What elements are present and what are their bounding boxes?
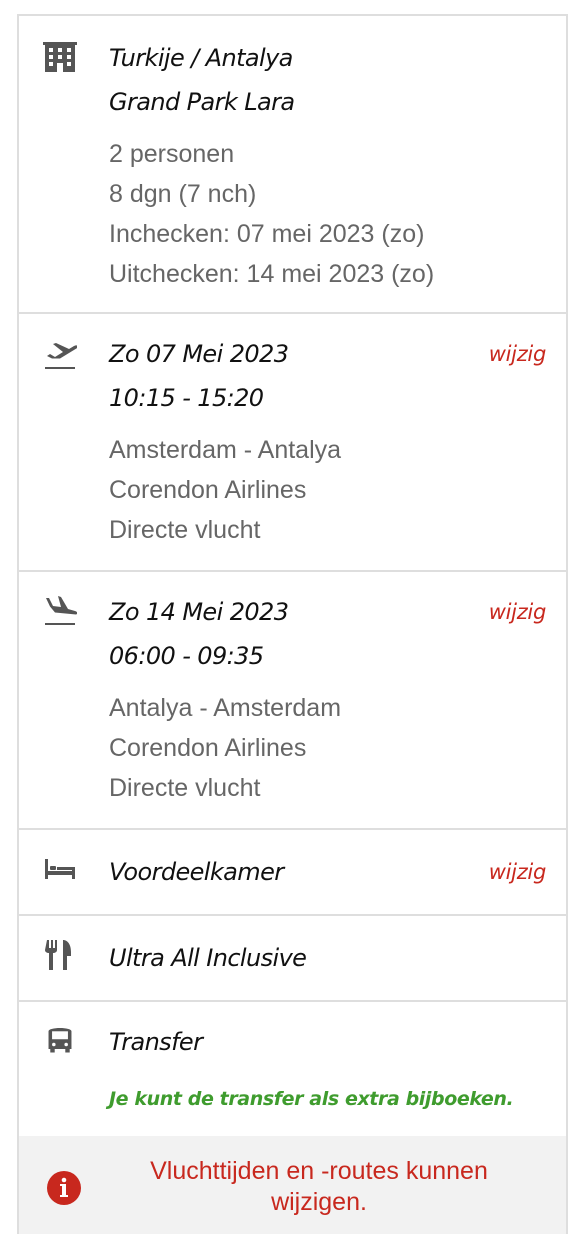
check-out-date: Uitchecken: 14 mei 2023 (zo) [109, 260, 435, 288]
transfer-label: Transfer [109, 1028, 203, 1056]
return-route: Antalya - Amsterdam [109, 694, 342, 722]
stay-duration: 8 dgn (7 nch) [109, 180, 257, 208]
return-date: Zo 14 Mei 2023 [109, 598, 289, 626]
outbound-date: Zo 07 Mei 2023 [109, 340, 289, 368]
return-time: 06:00 - 09:35 [109, 642, 264, 670]
transfer-note: Je kunt de transfer als extra bijboeken. [109, 1088, 514, 1110]
hotel-name: Grand Park Lara [109, 88, 295, 116]
return-flight-type: Directe vlucht [109, 774, 261, 802]
board-section: Ultra All Inclusive [19, 916, 566, 1002]
return-airline: Corendon Airlines [109, 734, 307, 762]
outbound-route: Amsterdam - Antalya [109, 436, 342, 464]
plane-landing-icon [45, 596, 77, 625]
hotel-section: Turkije / Antalya Grand Park Lara 2 pers… [19, 16, 566, 314]
check-in-date: Inchecken: 07 mei 2023 (zo) [109, 220, 425, 248]
bed-icon [45, 859, 75, 879]
booking-summary-card: Turkije / Antalya Grand Park Lara 2 pers… [17, 14, 568, 1234]
transfer-section: Transfer Je kunt de transfer als extra b… [19, 1002, 566, 1136]
outbound-airline: Corendon Airlines [109, 476, 307, 504]
hotel-location: Turkije / Antalya [109, 44, 293, 72]
edit-return-flight-link[interactable]: wijzig [489, 600, 547, 624]
persons-count: 2 personen [109, 140, 235, 168]
outbound-time: 10:15 - 15:20 [109, 384, 264, 412]
board-type: Ultra All Inclusive [109, 944, 307, 972]
notice-text: Vluchttijden en -routes kunnen wijzigen. [150, 1157, 488, 1216]
flight-change-notice: Vluchttijden en -routes kunnen wijzigen. [19, 1136, 566, 1234]
outbound-flight-type: Directe vlucht [109, 516, 261, 544]
utensils-icon [45, 940, 71, 970]
bus-icon [48, 1027, 72, 1053]
outbound-flight-section: Zo 07 Mei 2023 wijzig 10:15 - 15:20 Amst… [19, 314, 566, 572]
room-type: Voordeelkamer [109, 858, 284, 886]
plane-takeoff-icon [45, 343, 77, 369]
room-section: Voordeelkamer wijzig [19, 830, 566, 916]
info-icon [47, 1171, 81, 1205]
edit-outbound-flight-link[interactable]: wijzig [489, 342, 547, 366]
building-icon [43, 42, 77, 72]
return-flight-section: Zo 14 Mei 2023 wijzig 06:00 - 09:35 Anta… [19, 572, 566, 830]
edit-room-link[interactable]: wijzig [489, 860, 547, 884]
